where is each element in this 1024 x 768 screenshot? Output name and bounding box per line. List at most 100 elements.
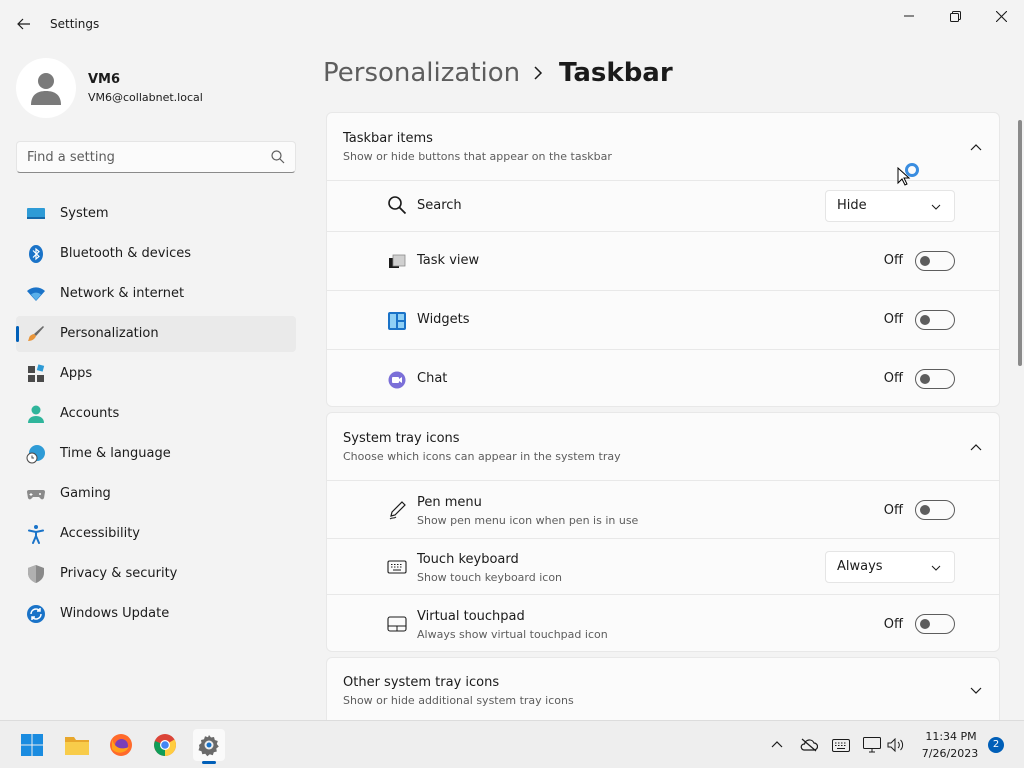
sidebar-item-network[interactable]: Network & internet [16, 276, 296, 312]
back-button[interactable] [12, 12, 36, 36]
globe-clock-icon [26, 444, 46, 464]
update-icon [26, 604, 46, 624]
sidebar-item-accessibility[interactable]: Accessibility [16, 516, 296, 552]
minimize-button[interactable] [889, 4, 929, 28]
network-icon [863, 737, 881, 753]
sidebar-item-system[interactable]: System [16, 196, 296, 232]
other-tray-header[interactable]: Other system tray icons Show or hide add… [327, 658, 999, 725]
sidebar-item-privacy-security[interactable]: Privacy & security [16, 556, 296, 592]
firefox-icon [110, 734, 132, 756]
chrome-button[interactable] [149, 729, 181, 761]
back-arrow-icon [17, 18, 30, 30]
widgets-toggle[interactable] [915, 310, 955, 330]
maximize-button[interactable] [935, 4, 975, 28]
show-hidden-icons-button[interactable] [767, 735, 787, 755]
chevron-down-icon [931, 565, 941, 571]
network-tray-button[interactable] [862, 735, 882, 755]
sidebar-item-label: Accounts [60, 406, 120, 421]
chat-row: Chat Off [327, 349, 999, 406]
start-button[interactable] [16, 729, 48, 761]
pen-menu-toggle[interactable] [915, 500, 955, 520]
volume-tray-button[interactable] [886, 735, 906, 755]
sidebar-item-accounts[interactable]: Accounts [16, 396, 296, 432]
chevron-down-icon [970, 687, 982, 694]
virtual-touchpad-row: Virtual touchpad Always show virtual tou… [327, 594, 999, 651]
sidebar-item-windows-update[interactable]: Windows Update [16, 596, 296, 632]
touch-keyboard-tray-button[interactable] [831, 735, 851, 755]
sidebar-item-apps[interactable]: Apps [16, 356, 296, 392]
onedrive-tray-button[interactable] [799, 735, 819, 755]
dropdown-value: Always [837, 559, 883, 574]
title-bar: Settings [0, 0, 1024, 48]
mouse-cursor-icon [897, 167, 911, 186]
avatar[interactable] [16, 58, 76, 118]
restore-icon [949, 10, 961, 22]
cloud-offline-icon [800, 738, 818, 752]
search-icon [388, 196, 407, 215]
other-tray-card[interactable]: Other system tray icons Show or hide add… [326, 657, 1000, 727]
system-tray-header[interactable]: System tray icons Choose which icons can… [327, 413, 999, 480]
windows-logo-icon [21, 734, 43, 756]
chevron-down-icon [931, 204, 941, 210]
search-dropdown[interactable]: Hide [825, 190, 955, 222]
gear-icon [198, 735, 219, 757]
touch-keyboard-dropdown[interactable]: Always [825, 551, 955, 583]
bluetooth-icon [26, 244, 46, 264]
sidebar-item-label: Privacy & security [60, 566, 178, 581]
sidebar-item-label: Accessibility [60, 526, 140, 541]
breadcrumb-parent[interactable]: Personalization [323, 58, 520, 88]
clock-time[interactable]: 11:34 PM [920, 730, 982, 743]
sidebar-item-bluetooth[interactable]: Bluetooth & devices [16, 236, 296, 272]
file-explorer-button[interactable] [61, 729, 93, 761]
row-label: Chat [417, 371, 448, 386]
card-title: Other system tray icons [343, 675, 500, 690]
system-icon [26, 204, 46, 224]
row-label: Virtual touchpad [417, 609, 525, 624]
apps-icon [26, 364, 46, 384]
sidebar-item-label: Time & language [60, 446, 171, 461]
keyboard-icon [832, 738, 850, 752]
pen-menu-row: Pen menu Show pen menu icon when pen is … [327, 480, 999, 538]
scrollbar-thumb[interactable] [1018, 120, 1022, 366]
row-label: Touch keyboard [417, 552, 519, 567]
task-view-toggle[interactable] [915, 251, 955, 271]
user-icon [31, 73, 61, 105]
taskbar-items-card: Taskbar items Show or hide buttons that … [326, 112, 1000, 407]
toggle-state: Off [883, 312, 903, 327]
toggle-state: Off [883, 617, 903, 632]
close-button[interactable] [981, 4, 1021, 28]
notification-badge[interactable]: 2 [988, 737, 1004, 753]
chevron-up-icon [771, 741, 783, 748]
keyboard-icon [387, 560, 407, 574]
user-name: VM6 [88, 72, 121, 87]
sidebar-item-label: Bluetooth & devices [60, 246, 191, 261]
touchpad-icon [387, 616, 407, 632]
toggle-state: Off [883, 253, 903, 268]
sidebar-item-time-language[interactable]: Time & language [16, 436, 296, 472]
clock-date[interactable]: 7/26/2023 [918, 747, 982, 760]
search-input[interactable] [27, 142, 267, 172]
card-subtitle: Choose which icons can appear in the sys… [343, 450, 621, 463]
touch-keyboard-row: Touch keyboard Show touch keyboard icon … [327, 538, 999, 594]
chat-toggle[interactable] [915, 369, 955, 389]
widgets-icon [388, 312, 406, 330]
gamepad-icon [26, 484, 46, 504]
sidebar-item-gaming[interactable]: Gaming [16, 476, 296, 512]
app-title: Settings [50, 17, 100, 31]
card-subtitle: Show or hide buttons that appear on the … [343, 150, 612, 163]
minimize-icon [904, 15, 914, 17]
row-label: Widgets [417, 312, 470, 327]
settings-taskbar-button[interactable] [193, 729, 225, 764]
user-email: VM6@collabnet.local [88, 91, 203, 104]
sidebar-item-label: Apps [60, 366, 93, 381]
virtual-touchpad-toggle[interactable] [915, 614, 955, 634]
chevron-right-icon [534, 66, 543, 80]
chevron-up-icon [970, 144, 982, 151]
sidebar-item-personalization[interactable]: Personalization [16, 316, 296, 352]
search-box[interactable] [16, 141, 296, 173]
system-tray-card: System tray icons Choose which icons can… [326, 412, 1000, 652]
sidebar-nav: System Bluetooth & devices Network & int… [16, 196, 296, 636]
firefox-button[interactable] [105, 729, 137, 761]
close-icon [995, 10, 1007, 22]
search-row: Search Hide [327, 180, 999, 231]
